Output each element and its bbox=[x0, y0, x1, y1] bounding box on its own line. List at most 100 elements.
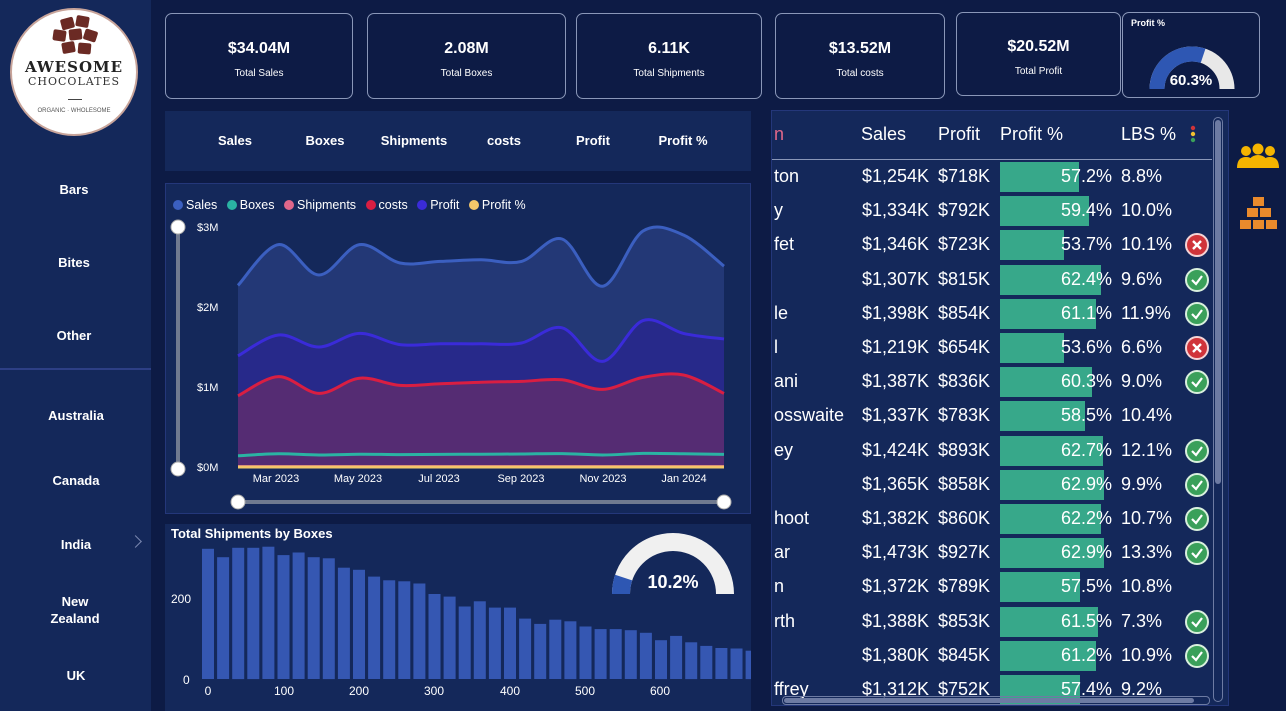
bar[interactable] bbox=[730, 648, 743, 680]
bar[interactable] bbox=[262, 546, 275, 679]
slicer-item-canada[interactable]: Canada bbox=[2, 472, 150, 489]
slicer-item-australia[interactable]: Australia bbox=[2, 407, 150, 424]
table-row[interactable]: fet $1,346K $723K 53.7% 10.1% bbox=[772, 228, 1212, 262]
bar[interactable] bbox=[458, 606, 471, 680]
bar[interactable] bbox=[488, 607, 501, 679]
kpi-card-shipments[interactable]: 6.11K Total Shipments bbox=[576, 13, 762, 99]
table-row[interactable]: n $1,372K $789K 57.5% 10.8% bbox=[772, 570, 1212, 604]
bar[interactable] bbox=[594, 629, 607, 679]
bar[interactable] bbox=[700, 645, 713, 679]
x-range-slider-handle-left[interactable] bbox=[230, 494, 246, 510]
bar[interactable] bbox=[232, 547, 245, 680]
vertical-scrollbar[interactable] bbox=[1213, 117, 1223, 702]
column-header-sales[interactable]: Sales bbox=[861, 124, 906, 145]
salesperson-name: l bbox=[774, 337, 778, 357]
legend-item[interactable]: Profit bbox=[417, 198, 459, 212]
bar[interactable] bbox=[685, 642, 698, 680]
bar[interactable] bbox=[624, 630, 637, 679]
bar[interactable] bbox=[745, 650, 751, 680]
bar[interactable] bbox=[519, 618, 532, 679]
bar[interactable] bbox=[368, 576, 381, 679]
x-range-slider-handle-right[interactable] bbox=[716, 494, 732, 510]
bar[interactable] bbox=[564, 621, 577, 680]
people-icon[interactable] bbox=[1235, 143, 1281, 173]
table-row[interactable]: $1,365K $858K 62.9% 9.9% bbox=[772, 468, 1212, 502]
bar[interactable] bbox=[579, 626, 592, 680]
bar[interactable] bbox=[473, 601, 486, 679]
bar[interactable] bbox=[639, 632, 652, 679]
tab-costs[interactable]: costs bbox=[464, 133, 544, 148]
bar[interactable] bbox=[655, 640, 667, 680]
bar[interactable] bbox=[277, 555, 290, 679]
bar[interactable] bbox=[353, 569, 365, 679]
table-row[interactable]: ey $1,424K $893K 62.7% 12.1% bbox=[772, 434, 1212, 468]
kpi-card-costs[interactable]: $13.52M Total costs bbox=[775, 13, 945, 99]
bar[interactable] bbox=[398, 581, 411, 679]
y-range-slider-handle-top[interactable] bbox=[170, 219, 186, 235]
bar[interactable] bbox=[383, 580, 396, 679]
tab-sales[interactable]: Sales bbox=[195, 133, 275, 148]
legend-item[interactable]: Shipments bbox=[284, 198, 356, 212]
table-row[interactable]: y $1,334K $792K 59.4% 10.0% bbox=[772, 194, 1212, 228]
slicer-item-india[interactable]: India bbox=[2, 536, 150, 553]
table-row[interactable]: rth $1,388K $853K 61.5% 7.3% bbox=[772, 605, 1212, 639]
bar[interactable] bbox=[428, 594, 441, 679]
tab-shipments[interactable]: Shipments bbox=[374, 133, 454, 148]
kpi-card-boxes[interactable]: 2.08M Total Boxes bbox=[367, 13, 566, 99]
slicer-item-new-zealand[interactable]: New Zealand bbox=[2, 593, 148, 627]
bar[interactable] bbox=[247, 547, 260, 680]
bar[interactable] bbox=[307, 557, 320, 679]
column-header-person[interactable]: n bbox=[774, 124, 784, 145]
bar[interactable] bbox=[504, 607, 516, 679]
tab-profit-percent[interactable]: Profit % bbox=[643, 133, 723, 148]
table-row[interactable]: osswaite $1,337K $783K 58.5% 10.4% bbox=[772, 399, 1212, 433]
bar[interactable] bbox=[534, 623, 547, 679]
slicer-item-other[interactable]: Other bbox=[0, 327, 148, 344]
bar[interactable] bbox=[670, 635, 683, 679]
legend-item[interactable]: Profit % bbox=[468, 198, 526, 212]
table-row[interactable]: $1,307K $815K 62.4% 9.6% bbox=[772, 263, 1212, 297]
bar[interactable] bbox=[202, 548, 214, 679]
tab-boxes[interactable]: Boxes bbox=[285, 133, 365, 148]
bar[interactable] bbox=[443, 596, 456, 679]
table-row[interactable]: hoot $1,382K $860K 62.2% 10.7% bbox=[772, 502, 1212, 536]
boxes-icon[interactable] bbox=[1238, 195, 1280, 237]
bar[interactable] bbox=[217, 557, 230, 679]
sales-cell: $1,424K bbox=[862, 439, 930, 460]
profit-cell: $854K bbox=[938, 302, 991, 323]
scrollbar-thumb[interactable] bbox=[784, 698, 1194, 703]
kpi-card-sales[interactable]: $34.04M Total Sales bbox=[165, 13, 353, 99]
bar[interactable] bbox=[322, 558, 335, 680]
table-row[interactable]: le $1,398K $854K 61.1% 11.9% bbox=[772, 297, 1212, 331]
slicer-item-bars[interactable]: Bars bbox=[0, 181, 148, 198]
column-header-profit[interactable]: Profit bbox=[938, 124, 980, 145]
table-row[interactable]: l $1,219K $654K 53.6% 6.6% bbox=[772, 331, 1212, 365]
tab-profit[interactable]: Profit bbox=[553, 133, 633, 148]
column-header-lbs-percent[interactable]: LBS % bbox=[1121, 124, 1176, 145]
bar[interactable] bbox=[292, 552, 305, 680]
slicer-item-bites[interactable]: Bites bbox=[0, 254, 148, 271]
legend-item[interactable]: Sales bbox=[173, 198, 217, 212]
horizontal-scrollbar[interactable] bbox=[782, 696, 1210, 705]
bar[interactable] bbox=[715, 648, 728, 679]
salesperson-name: fet bbox=[774, 234, 795, 255]
bar[interactable] bbox=[413, 583, 426, 680]
y-range-slider-handle-bottom[interactable] bbox=[170, 461, 186, 477]
slicer-item-uk[interactable]: UK bbox=[2, 667, 150, 684]
table-row[interactable]: ton $1,254K $718K 57.2% 8.8% bbox=[772, 160, 1212, 194]
profit-percent-gauge[interactable]: Profit % 60.3% bbox=[1122, 12, 1260, 98]
column-header-profit-percent[interactable]: Profit % bbox=[1000, 124, 1063, 145]
bar[interactable] bbox=[609, 629, 622, 679]
metric-tab-bar: Sales Boxes Shipments costs Profit Profi… bbox=[165, 111, 751, 171]
table-row[interactable]: ani $1,387K $836K 60.3% 9.0% bbox=[772, 365, 1212, 399]
legend-item[interactable]: costs bbox=[365, 198, 408, 212]
kpi-card-profit[interactable]: $20.52M Total Profit bbox=[956, 12, 1121, 96]
table-row[interactable]: ar $1,473K $927K 62.9% 13.3% bbox=[772, 536, 1212, 570]
lbs-percent-cell: 11.9% bbox=[1121, 302, 1171, 323]
bar[interactable] bbox=[337, 567, 350, 679]
scrollbar-thumb[interactable] bbox=[1215, 120, 1221, 484]
bar[interactable] bbox=[549, 619, 562, 679]
table-row[interactable]: $1,380K $845K 61.2% 10.9% bbox=[772, 639, 1212, 673]
gauge-value: 60.3% bbox=[1169, 72, 1213, 89]
legend-item[interactable]: Boxes bbox=[226, 198, 275, 212]
